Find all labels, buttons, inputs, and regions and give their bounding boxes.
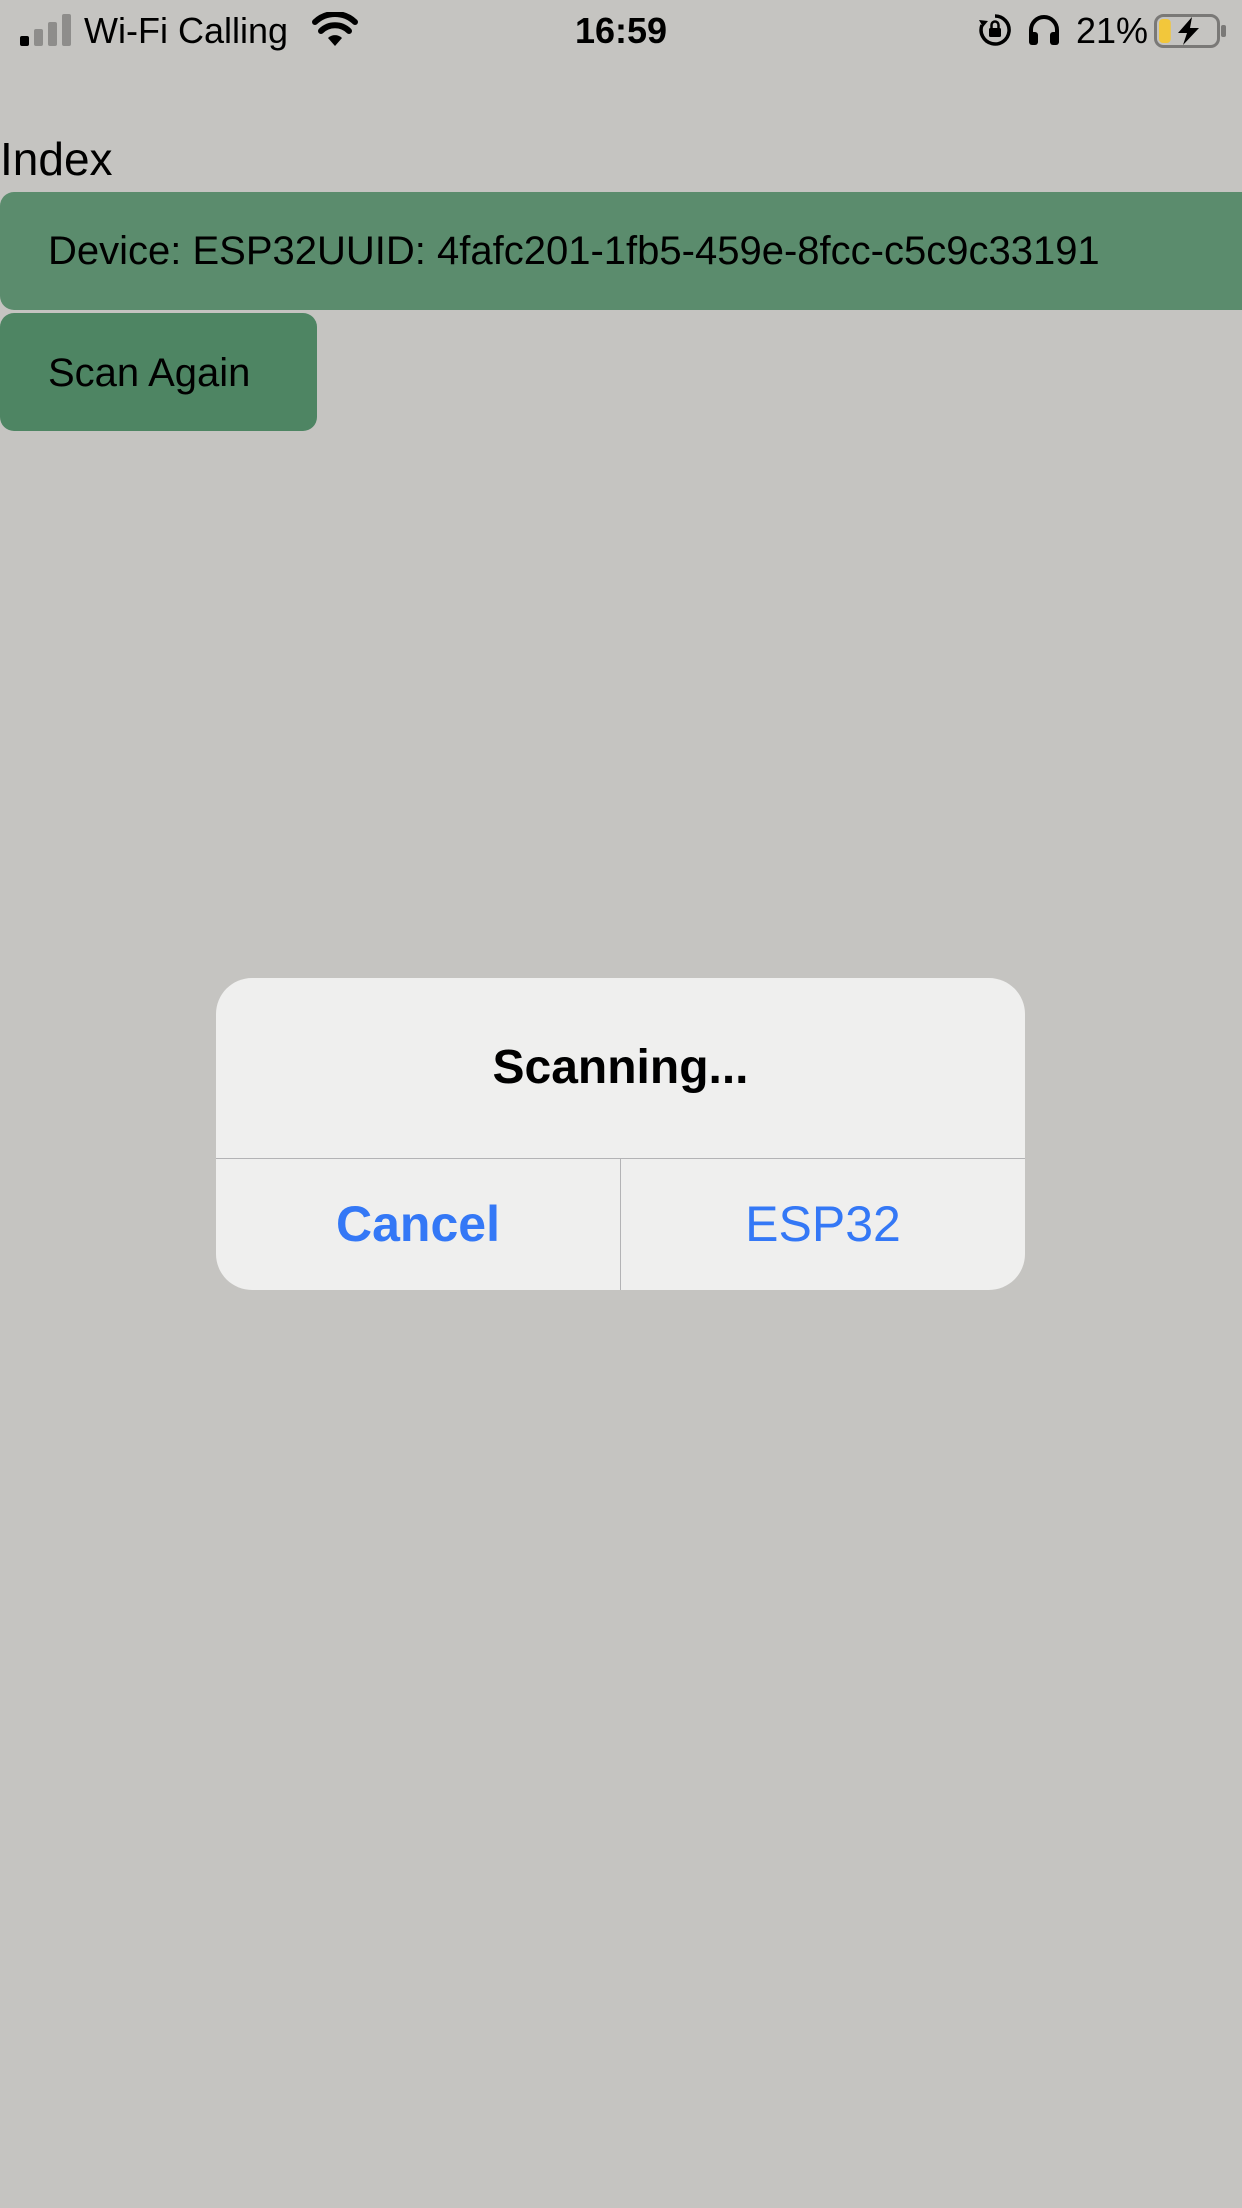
headphones-icon [1029,15,1059,45]
scan-again-label: Scan Again [48,351,251,395]
device-row-button[interactable]: Device: ESP32UUID: 4fafc201-1fb5-459e-8f… [0,192,1242,310]
alert-title: Scanning... [492,1041,749,1094]
alert-esp32-button[interactable]: ESP32 [621,1159,1025,1290]
scan-again-button[interactable]: Scan Again [0,313,317,431]
scanning-alert: Scanning... Cancel ESP32 [216,978,1025,1290]
alert-esp32-label: ESP32 [745,1196,901,1252]
alert-cancel-button[interactable]: Cancel [216,1159,620,1290]
status-bar: Wi-Fi Calling 16:59 21% [0,0,1242,62]
device-row-label: Device: ESP32UUID: 4fafc201-1fb5-459e-8f… [48,229,1100,273]
page-title: Index [0,133,113,185]
rotation-lock-icon [979,14,1011,46]
alert-cancel-label: Cancel [336,1196,500,1252]
battery-charging-icon [1154,14,1226,48]
battery-percent: 21% [1076,10,1149,51]
